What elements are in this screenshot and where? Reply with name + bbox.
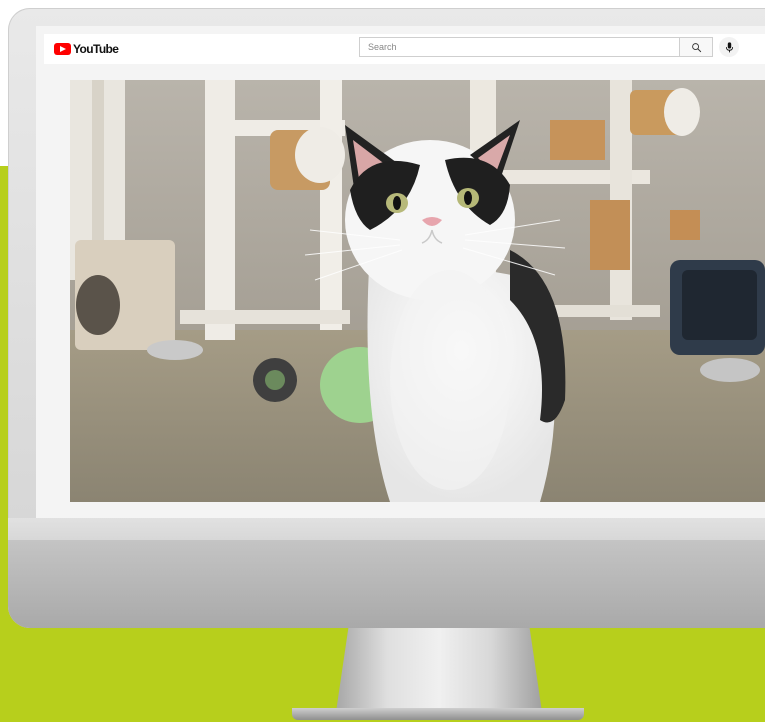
search-icon <box>691 42 701 52</box>
cat-video-frame <box>70 80 765 502</box>
voice-search-button[interactable] <box>719 37 739 57</box>
search-button[interactable] <box>679 37 713 57</box>
monitor-stand-base <box>292 708 584 720</box>
youtube-logo[interactable]: YouTube <box>54 42 119 56</box>
video-player[interactable] <box>70 80 765 502</box>
monitor-stand <box>336 628 542 712</box>
search-input[interactable] <box>359 37 679 57</box>
search-bar <box>359 37 739 57</box>
microphone-icon <box>725 41 733 52</box>
youtube-logo-text: YouTube <box>73 42 119 56</box>
youtube-header: YouTube <box>44 34 765 64</box>
youtube-play-icon <box>54 43 71 55</box>
monitor-chin <box>8 540 765 628</box>
scene: YouTube <box>0 0 765 722</box>
